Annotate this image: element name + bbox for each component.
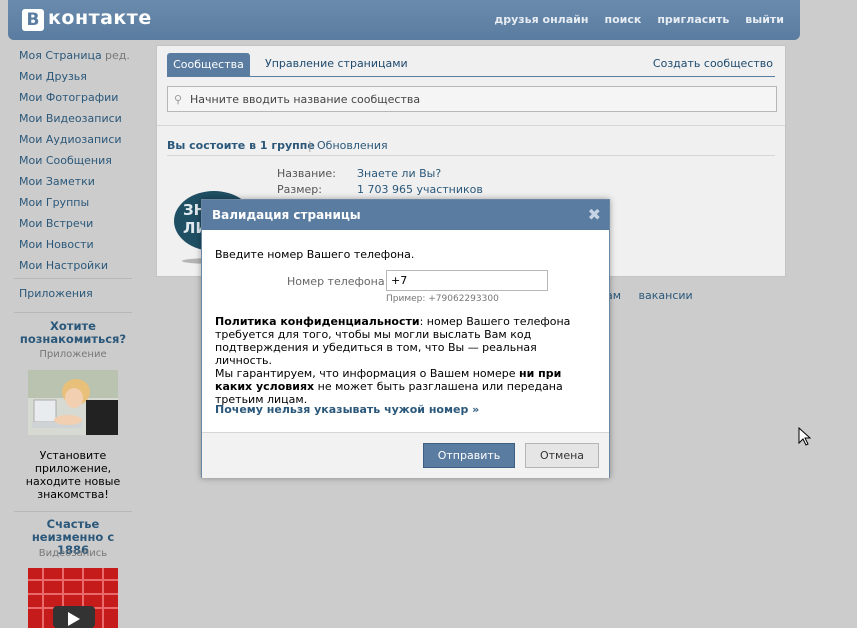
sidebar-item-my-page[interactable]: Моя Страница: [19, 49, 102, 62]
sidebar-item-friends[interactable]: Мои Друзья: [19, 70, 87, 83]
sidebar-item-news[interactable]: Мои Новости: [19, 238, 94, 251]
dialog-footer: Отправить Отмена: [202, 432, 609, 478]
groups-count: Вы состоите в 1 группе: [167, 139, 315, 152]
divider: [14, 278, 132, 279]
sidebar-item-events[interactable]: Мои Встречи: [19, 217, 93, 230]
sidebar-item-videos[interactable]: Мои Видеозаписи: [19, 112, 122, 125]
divider: [157, 125, 785, 126]
video-thumbnail[interactable]: [28, 568, 118, 628]
group-size-label: Размер:: [277, 183, 322, 196]
validation-dialog: Валидация страницы ✖ Введите номер Вашег…: [201, 199, 610, 478]
privacy-policy-text: Политика конфиденциальности: номер Вашег…: [215, 315, 595, 367]
vk-logo-icon[interactable]: В: [22, 9, 44, 31]
nav-logout[interactable]: выйти: [745, 13, 784, 26]
site-logo-text[interactable]: контакте: [48, 7, 152, 29]
dialog-intro-text: Введите номер Вашего телефона.: [215, 248, 415, 261]
group-name-link[interactable]: Знаете ли Вы?: [357, 167, 441, 180]
guarantee-pre: Мы гарантируем, что информация о Вашем н…: [215, 367, 519, 380]
group-size-value[interactable]: 1 703 965 участников: [357, 183, 483, 196]
divider: [14, 312, 132, 313]
why-own-number-link[interactable]: Почему нельзя указывать чужой номер »: [215, 403, 479, 416]
sidebar-item-notes[interactable]: Мои Заметки: [19, 175, 95, 188]
tab-underline: [167, 76, 775, 77]
nav-invite[interactable]: пригласить: [657, 13, 729, 26]
sidebar-item-messages[interactable]: Мои Сообщения: [19, 154, 112, 167]
footer-links[interactable]: ам вакансии: [606, 289, 693, 302]
mouse-cursor-icon: [798, 427, 812, 446]
sidebar-item-groups[interactable]: Мои Группы: [19, 196, 89, 209]
promo-title-dating[interactable]: Хотите познакомиться?: [14, 320, 132, 346]
tab-communities[interactable]: Сообщества: [167, 53, 250, 76]
sidebar-item-apps[interactable]: Приложения: [19, 287, 93, 300]
nav-search[interactable]: поиск: [604, 13, 641, 26]
dialog-header: Валидация страницы ✖: [202, 200, 609, 230]
promo-image-woman-laptop[interactable]: [28, 370, 118, 435]
group-name-label: Название:: [277, 167, 336, 180]
nav-friends-online[interactable]: друзья онлайн: [494, 13, 588, 26]
sidebar-item-settings[interactable]: Мои Настройки: [19, 259, 108, 272]
tab-manage-pages[interactable]: Управление страницами: [265, 57, 408, 70]
create-community-link[interactable]: Создать сообщество: [653, 57, 773, 70]
send-button[interactable]: Отправить: [423, 443, 515, 468]
separator: |: [308, 139, 312, 152]
cancel-button[interactable]: Отмена: [525, 443, 599, 468]
promo-subtitle: Видеозапись: [38, 548, 108, 559]
close-icon[interactable]: ✖: [588, 205, 601, 224]
policy-heading: Политика конфиденциальности: [215, 315, 420, 328]
phone-input[interactable]: [386, 270, 548, 291]
top-header: В контакте друзья онлайн поиск пригласит…: [8, 0, 800, 40]
dialog-title: Валидация страницы: [212, 208, 361, 222]
sidebar-item-photos[interactable]: Мои Фотографии: [19, 91, 118, 104]
promo-subtitle: Приложение: [39, 349, 107, 360]
sidebar-item-audio[interactable]: Мои Аудиозаписи: [19, 133, 122, 146]
updates-link[interactable]: Обновления: [317, 139, 388, 152]
promo-text: Установите приложение, находите новые зн…: [25, 449, 121, 501]
search-placeholder: Начните вводить название сообщества: [190, 93, 421, 106]
phone-label: Номер телефона:: [287, 275, 389, 288]
edit-link[interactable]: ред.: [105, 49, 130, 62]
top-nav: друзья онлайн поиск пригласить выйти: [494, 13, 784, 26]
guarantee-text: Мы гарантируем, что информация о Вашем н…: [215, 367, 595, 406]
community-search-input[interactable]: ⚲ Начните вводить название сообщества: [167, 86, 777, 112]
divider: [167, 155, 775, 156]
divider: [14, 511, 132, 512]
phone-example-hint: Пример: +79062293300: [386, 294, 499, 304]
search-icon: ⚲: [174, 93, 183, 106]
